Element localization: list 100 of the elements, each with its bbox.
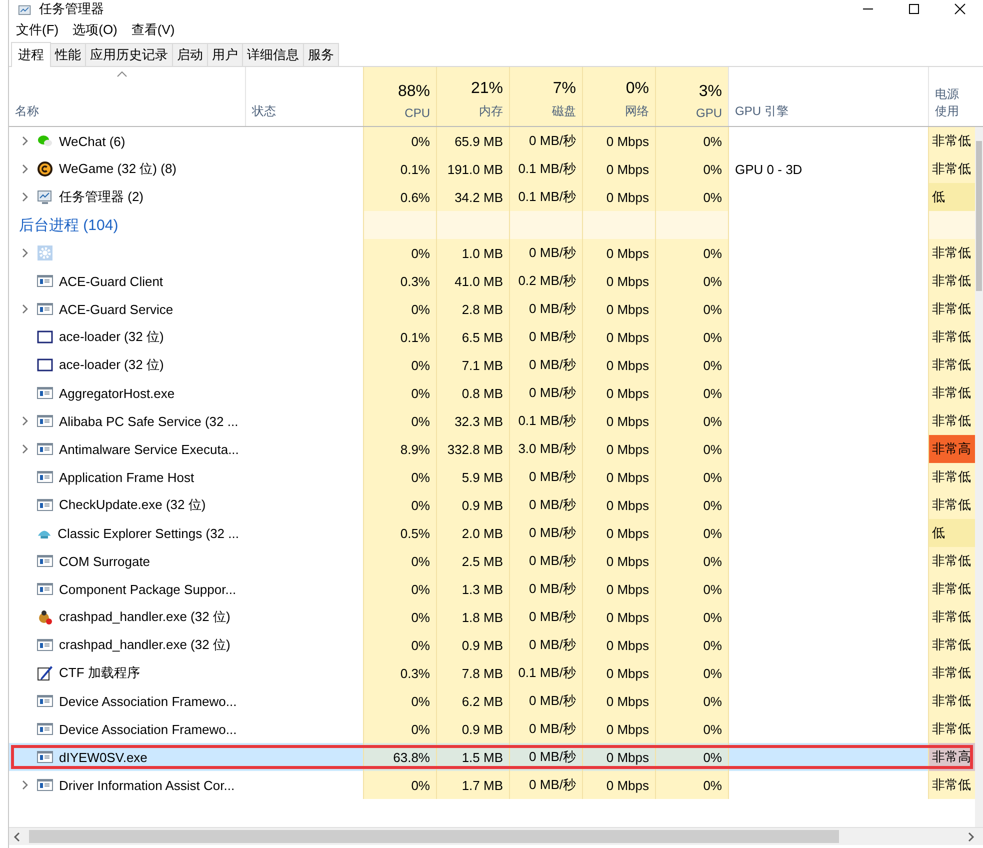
power-usage-cell: 非常低	[928, 687, 975, 715]
usage-cell: 191.0 MB	[436, 155, 509, 183]
process-name: CTF 加载程序	[59, 664, 140, 682]
usage-cell: 0%	[363, 687, 436, 715]
process-name: Antimalware Service Executa...	[59, 442, 239, 456]
usage-cell: 0 Mbps	[582, 659, 655, 687]
usage-total: 21%	[470, 80, 503, 98]
app-window-icon	[37, 469, 53, 485]
column-header[interactable]: 电源使用	[928, 67, 975, 126]
usage-cell: 32.3 MB	[436, 407, 509, 435]
tab[interactable]: 性能	[50, 43, 86, 66]
usage-cell: 0 MB/秒	[509, 547, 582, 575]
process-name: crashpad_handler.exe (32 位)	[59, 636, 230, 654]
pen-paper-icon	[37, 665, 53, 681]
power-usage-cell: 非常低	[928, 659, 975, 687]
process-row[interactable]: Application Frame Host 0% 5.9 MB 0 MB/秒 0 Mbps 0% 非常低	[9, 463, 975, 491]
column-label: 网络	[625, 103, 649, 120]
process-name: Application Frame Host	[59, 470, 194, 484]
horizontal-scrollbar[interactable]	[9, 827, 983, 845]
column-header[interactable]: 0% 网络	[582, 67, 655, 126]
process-row[interactable]: 0% 1.0 MB 0 MB/秒 0 Mbps 0% 非常低	[9, 239, 975, 267]
usage-cell: 1.5 MB	[436, 743, 509, 771]
process-row[interactable]: WeGame (32 位) (8) 0.1% 191.0 MB 0.1 MB/秒 0 Mbps 0% GPU 0 - 3D 非常低	[9, 155, 975, 183]
tab[interactable]: 应用历史记录	[85, 43, 173, 66]
usage-cell: 0 MB/秒	[509, 715, 582, 743]
menu-item[interactable]: 查看(V)	[131, 21, 175, 39]
group-heading: 后台进程 (104)	[18, 216, 120, 236]
process-row[interactable]: 任务管理器 (2) 0.6% 34.2 MB 0.1 MB/秒 0 Mbps 0% 低	[9, 183, 975, 211]
app-window-icon	[37, 301, 53, 317]
tab[interactable]: 进程	[11, 42, 51, 67]
vertical-scrollbar[interactable]	[975, 127, 983, 827]
power-usage-cell: 非常高	[928, 743, 975, 771]
usage-cell: 7.1 MB	[436, 351, 509, 379]
process-row[interactable]: Device Association Framewo... 0% 0.9 MB 0 MB/秒 0 Mbps 0% 非常低	[9, 715, 975, 743]
process-row[interactable]: Alibaba PC Safe Service (32 ... 0% 32.3 MB 0.1 MB/秒 0 Mbps 0% 非常低	[9, 407, 975, 435]
tab[interactable]: 详细信息	[242, 43, 304, 66]
process-name: ACE-Guard Client	[59, 274, 164, 288]
process-row[interactable]: ACE-Guard Client 0.3% 41.0 MB 0.2 MB/秒 0 Mbps 0% 非常低	[9, 267, 975, 295]
usage-cell: 0%	[655, 323, 728, 351]
app-window-icon	[37, 497, 53, 513]
usage-cell: 0%	[363, 603, 436, 631]
app-window-icon	[37, 637, 53, 653]
usage-cell: 0%	[655, 659, 728, 687]
process-row[interactable]: Device Association Framewo... 0% 6.2 MB 0 MB/秒 0 Mbps 0% 非常低	[9, 687, 975, 715]
app-window-icon	[37, 441, 53, 457]
usage-cell: 34.2 MB	[436, 183, 509, 211]
usage-cell: 0 MB/秒	[509, 323, 582, 351]
power-usage-cell: 非常低	[928, 547, 975, 575]
usage-cell: 0%	[655, 351, 728, 379]
process-row[interactable]: ace-loader (32 位) 0% 7.1 MB 0 MB/秒 0 Mbps 0% 非常低	[9, 351, 975, 379]
process-row[interactable]: Antimalware Service Executa... 8.9% 332.8 MB 3.0 MB/秒 0 Mbps 0% 非常高	[9, 435, 975, 463]
column-header[interactable]: 88% CPU	[363, 67, 436, 126]
process-row[interactable]: CTF 加载程序 0.3% 7.8 MB 0.1 MB/秒 0 Mbps 0% 非常低	[9, 659, 975, 687]
process-row[interactable]: AggregatorHost.exe 0% 0.8 MB 0 MB/秒 0 Mbps 0% 非常低	[9, 379, 975, 407]
column-header[interactable]: 7% 磁盘	[509, 67, 582, 126]
process-row[interactable]: Driver Information Assist Cor... 0% 1.7 MB 0 MB/秒 0 Mbps 0% 非常低	[9, 771, 975, 799]
process-row[interactable]: Component Package Suppor... 0% 1.3 MB 0 MB/秒 0 Mbps 0% 非常低	[9, 575, 975, 603]
usage-cell: 0 Mbps	[582, 547, 655, 575]
column-header[interactable]: 21% 内存	[436, 67, 509, 126]
usage-cell: 0%	[655, 771, 728, 799]
usage-cell: 0.1 MB/秒	[509, 659, 582, 687]
usage-cell: 0%	[363, 351, 436, 379]
usage-cell: 0 MB/秒	[509, 575, 582, 603]
process-row[interactable]: ACE-Guard Service 0% 2.8 MB 0 MB/秒 0 Mbps 0% 非常低	[9, 295, 975, 323]
usage-cell: 0.6%	[363, 183, 436, 211]
power-usage-cell: 非常低	[928, 771, 975, 799]
usage-cell: 0%	[363, 715, 436, 743]
usage-cell: 0 Mbps	[582, 267, 655, 295]
power-usage-cell: 非常低	[928, 575, 975, 603]
usage-cell: 0 Mbps	[582, 155, 655, 183]
usage-cell: 0%	[363, 295, 436, 323]
column-label: 名称	[15, 103, 40, 120]
usage-cell: 0 Mbps	[582, 631, 655, 659]
process-row[interactable]: COM Surrogate 0% 2.5 MB 0 MB/秒 0 Mbps 0% 非常低	[9, 547, 975, 575]
menu-item[interactable]: 选项(O)	[72, 21, 118, 39]
process-row[interactable]: dIYEW0SV.exe 63.8% 1.5 MB 0 MB/秒 0 Mbps 0% 非常高	[9, 743, 975, 771]
menu-item[interactable]: 文件(F)	[16, 21, 59, 39]
process-row[interactable]: CheckUpdate.exe (32 位) 0% 0.9 MB 0 MB/秒 0 Mbps 0% 非常低	[9, 491, 975, 519]
process-row[interactable]: crashpad_handler.exe (32 位) 0% 1.8 MB 0 MB/秒 0 Mbps 0% 非常低	[9, 603, 975, 631]
tab[interactable]: 用户	[207, 43, 243, 66]
usage-cell: 0%	[655, 155, 728, 183]
usage-cell: 63.8%	[363, 743, 436, 771]
process-name: crashpad_handler.exe (32 位)	[59, 608, 230, 626]
power-usage-cell: 非常低	[928, 295, 975, 323]
process-row[interactable]: ace-loader (32 位) 0.1% 6.5 MB 0 MB/秒 0 Mbps 0% 非常低	[9, 323, 975, 351]
usage-cell: 0%	[655, 267, 728, 295]
column-header[interactable]: 3% GPU	[655, 67, 728, 126]
usage-cell: 0.1 MB/秒	[509, 183, 582, 211]
process-row[interactable]: WeChat (6) 0% 65.9 MB 0 MB/秒 0 Mbps 0% 非常低	[9, 127, 975, 155]
usage-cell: 41.0 MB	[436, 267, 509, 295]
process-row[interactable]: crashpad_handler.exe (32 位) 0% 0.9 MB 0 MB/秒 0 Mbps 0% 非常低	[9, 631, 975, 659]
power-usage-cell: 非常高	[928, 435, 975, 463]
usage-cell: 0%	[655, 519, 728, 547]
usage-cell: 0 Mbps	[582, 435, 655, 463]
process-name: Classic Explorer Settings (32 ...	[58, 526, 239, 540]
column-header[interactable]: GPU 引擎	[728, 67, 928, 126]
tab[interactable]: 服务	[303, 43, 339, 66]
column-header[interactable]: 名称	[9, 67, 245, 126]
process-row[interactable]: Classic Explorer Settings (32 ... 0.5% 2.0 MB 0 MB/秒 0 Mbps 0% 低	[9, 519, 975, 547]
tab[interactable]: 启动	[172, 43, 208, 66]
